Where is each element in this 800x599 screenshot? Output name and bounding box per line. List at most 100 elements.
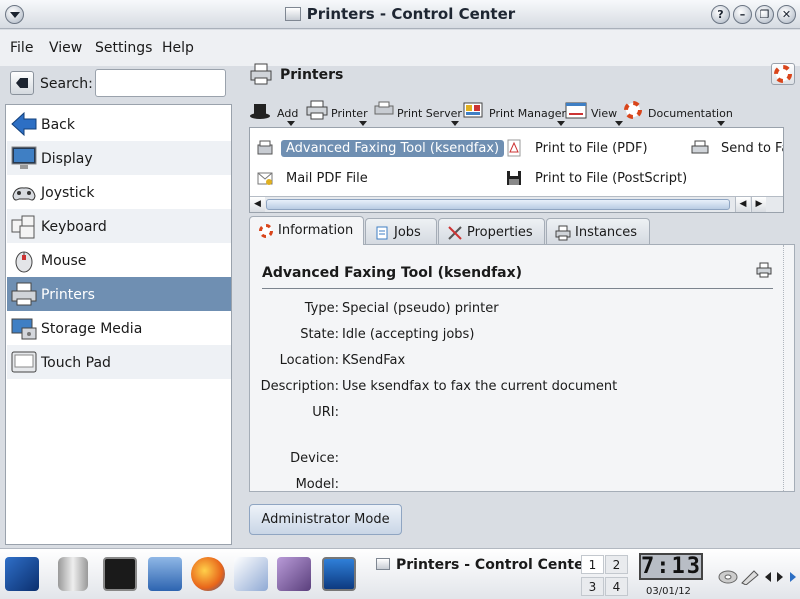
tab-information[interactable]: Information [249, 216, 364, 245]
print-server-label: Print Server [397, 107, 462, 120]
search-label: Search: [40, 76, 93, 92]
menubar: File View Settings Help [0, 30, 800, 66]
scroll-right-icon[interactable]: ▶ [751, 197, 766, 212]
disc-icon[interactable] [718, 569, 738, 585]
tab-label: Jobs [394, 225, 421, 240]
touchpad-icon [11, 351, 37, 373]
desktop-1[interactable]: 1 [581, 555, 604, 574]
print-server-button[interactable]: Print Server [373, 98, 462, 126]
window-titlebar[interactable]: Printers - Control Center ? – ❐ ✕ [0, 0, 800, 29]
printer-item-postscript[interactable]: Print to File (PostScript) [505, 167, 705, 189]
sidebar-item-display[interactable]: Display [7, 141, 231, 175]
lifebuoy-icon [624, 101, 642, 119]
maximize-button[interactable]: ❐ [755, 5, 774, 24]
printer-item-ksendfax[interactable]: Advanced Faxing Tool (ksendfax) [256, 137, 505, 159]
network-icon[interactable] [740, 569, 760, 585]
desktop-2[interactable]: 2 [605, 555, 628, 574]
minimize-button[interactable]: – [733, 5, 752, 24]
wizard-hat-icon [250, 104, 270, 119]
panel-expand-icon[interactable] [790, 572, 796, 582]
printer-icon [11, 282, 37, 306]
desktop-3[interactable]: 3 [581, 577, 604, 596]
tab-properties[interactable]: Properties [438, 218, 545, 244]
tray-left-icon[interactable] [765, 572, 771, 582]
printer-menu-button[interactable]: Printer [306, 98, 368, 126]
sidebar-item-label: Display [41, 151, 93, 167]
display-settings-icon[interactable] [322, 557, 356, 591]
info-key: Type: [304, 301, 339, 316]
print-manager-icon [463, 102, 483, 118]
control-center-icon [376, 558, 390, 570]
printer-icon [306, 100, 328, 120]
trash-icon[interactable] [58, 557, 88, 591]
info-key: Location: [279, 353, 339, 368]
sidebar-item-touch-pad[interactable]: Touch Pad [7, 345, 231, 379]
tab-jobs[interactable]: Jobs [365, 218, 437, 244]
menu-view[interactable]: View [49, 40, 82, 56]
sidebar-item-keyboard[interactable]: Keyboard [7, 209, 231, 243]
help-button[interactable] [771, 63, 795, 85]
view-menu-button[interactable]: View [565, 98, 623, 126]
print-manager-button[interactable]: Print Manager [462, 98, 566, 126]
help-window-button[interactable]: ? [711, 5, 730, 24]
sidebar: Back Display Joystick Keyboard Mouse Pri… [5, 104, 232, 545]
info-row-description: Description: Use ksendfax to fax the cur… [250, 379, 770, 399]
file-manager-icon[interactable] [148, 557, 182, 591]
search-input[interactable] [95, 69, 226, 97]
scroll-left-icon[interactable]: ◀ [250, 197, 265, 212]
printer-item-mail-pdf[interactable]: Mail PDF File [256, 167, 406, 189]
sidebar-item-back[interactable]: Back [7, 107, 231, 141]
taskbar-window-entry[interactable]: Printers - Control Center [374, 555, 591, 577]
sidebar-item-printers[interactable]: Printers [7, 277, 231, 311]
wizard-icon[interactable] [277, 557, 311, 591]
printer-item-label: Send to Fa [721, 141, 784, 156]
printer-item-send-to-fax[interactable]: Send to Fa [691, 137, 784, 159]
info-value: Use ksendfax to fax the current document [342, 379, 618, 394]
sidebar-item-label: Keyboard [41, 219, 107, 235]
close-button[interactable]: ✕ [777, 5, 796, 24]
keyboard-icon [11, 215, 35, 239]
printer-toolbar: Add Printer Print Server Print Manager V… [249, 98, 795, 126]
tray-right-icon[interactable] [777, 572, 783, 582]
menu-file[interactable]: File [10, 40, 33, 56]
menu-settings[interactable]: Settings [95, 40, 152, 56]
kde-menu-icon[interactable] [5, 557, 39, 591]
info-row-state: State: Idle (accepting jobs) [250, 327, 770, 347]
horizontal-scrollbar[interactable]: ◀ ◀ ▶ [250, 196, 783, 212]
desktop-4[interactable]: 4 [605, 577, 628, 596]
sidebar-item-storage-media[interactable]: Storage Media [7, 311, 231, 345]
clear-search-button[interactable] [10, 71, 34, 95]
info-key: State: [300, 327, 339, 342]
scrollbar-thumb[interactable] [266, 199, 730, 210]
menu-help[interactable]: Help [162, 40, 194, 56]
taskbar-window-title: Printers - Control Center [396, 557, 591, 573]
terminal-icon[interactable] [103, 557, 137, 591]
scroll-left-icon[interactable]: ◀ [735, 197, 750, 212]
lifebuoy-icon [774, 65, 792, 83]
printer-icon [756, 262, 772, 278]
office-icon[interactable] [234, 557, 268, 591]
tab-instances[interactable]: Instances [546, 218, 650, 244]
printers-list: Advanced Faxing Tool (ksendfax) Print to… [249, 127, 784, 213]
add-button[interactable]: Add [249, 98, 299, 126]
back-arrow-icon [11, 111, 37, 137]
control-center-icon [284, 7, 301, 21]
clock-date: 03/01/12 [646, 586, 691, 597]
printer-item-pdf[interactable]: Print to File (PDF) [505, 137, 680, 159]
panel-scroll-edge [783, 245, 784, 491]
clock[interactable]: 7:13 [639, 553, 703, 580]
documentation-button[interactable]: Documentation [623, 98, 733, 126]
jobs-icon [376, 226, 388, 240]
sidebar-item-joystick[interactable]: Joystick [7, 175, 231, 209]
sidebar-item-mouse[interactable]: Mouse [7, 243, 231, 277]
print-server-icon [374, 101, 394, 115]
info-row-device: Device: [250, 451, 770, 471]
administrator-mode-button[interactable]: Administrator Mode [249, 504, 402, 535]
lifebuoy-icon [259, 224, 273, 238]
fax-icon [257, 140, 273, 155]
info-row-location: Location: KSendFax [250, 353, 770, 373]
printer-item-label: Print to File (PostScript) [535, 171, 688, 186]
sidebar-item-label: Back [41, 117, 75, 133]
firefox-icon[interactable] [191, 557, 225, 591]
chevron-down-icon [451, 121, 459, 126]
